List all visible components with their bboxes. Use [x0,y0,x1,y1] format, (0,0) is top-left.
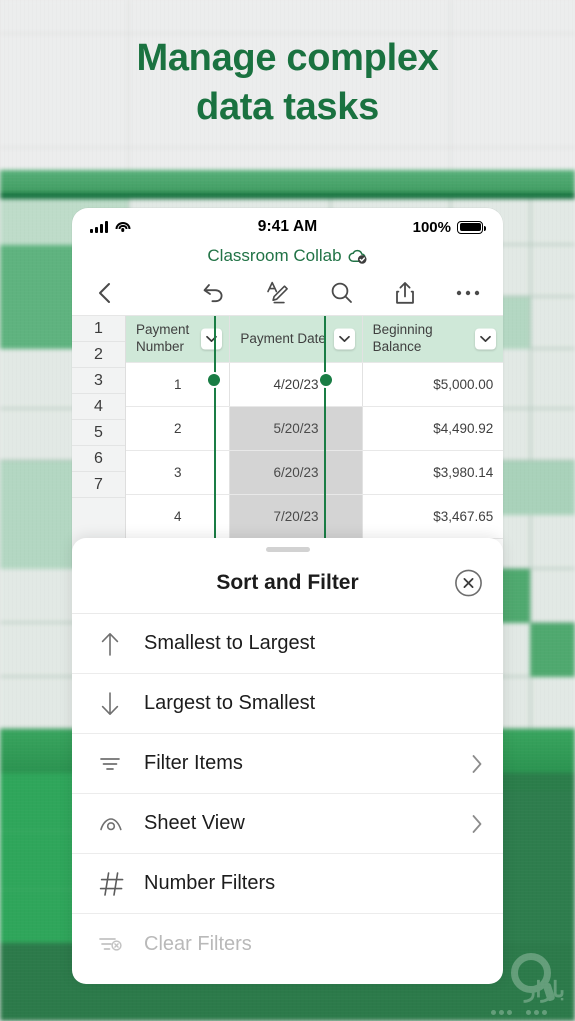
document-title: Classroom Collab [207,246,342,265]
status-bar-time: 9:41 AM [257,218,318,235]
menu-item-number-filters[interactable]: Number Filters [72,854,503,914]
menu-item-label: Number Filters [144,872,276,894]
battery-full-icon [457,220,486,234]
eye-icon [98,814,144,834]
row-number[interactable]: 2 [72,342,125,368]
close-circle-icon[interactable] [454,568,483,597]
status-bar: 9:41 AM 100% [72,208,503,246]
hash-icon [98,870,144,898]
cell-payment-date[interactable]: 4/20/23 [229,362,363,407]
menu-item-label: Clear Filters [144,932,252,955]
app-toolbar [72,270,503,316]
row-number[interactable]: 6 [72,446,125,472]
sheet-title: Sort and Filter [216,570,359,594]
cell-beginning-balance[interactable]: $3,467.65 [362,494,503,539]
search-icon[interactable] [329,280,355,306]
share-icon[interactable] [393,280,417,306]
chevron-down-icon[interactable] [333,328,355,350]
promo-headline-line-1: Manage complex [136,37,439,79]
row-number[interactable]: 1 [72,316,125,342]
table-row[interactable]: 2 5/20/23 $4,490.92 $425 [126,406,503,451]
cell-payment-number[interactable]: 2 [126,406,231,451]
row-number[interactable]: 3 [72,368,125,394]
more-ellipsis-icon[interactable] [455,289,481,297]
cell-beginning-balance[interactable]: $3,980.14 [362,450,503,495]
menu-item-clear-filters[interactable]: Clear Filters [72,914,503,974]
cell-payment-date[interactable]: 5/20/23 [229,406,363,451]
undo-icon[interactable] [201,281,227,305]
chevron-down-icon[interactable] [475,328,497,350]
menu-item-label: Filter Items [144,752,243,774]
chevron-left-icon[interactable] [94,280,116,306]
column-header-beginning-balance[interactable]: Beginning Balance [362,316,503,363]
menu-item-filter-items[interactable]: Filter Items [72,734,503,794]
selection-handle-left[interactable] [206,372,222,388]
promo-headline: Manage complex data tasks [0,34,575,131]
cloud-check-icon [348,248,368,264]
selection-handle-right[interactable] [318,372,334,388]
cell-payment-number[interactable]: 3 [126,450,231,495]
cell-beginning-balance[interactable]: $4,490.92 [362,406,503,451]
data-table: Payment Number Payment Date Beginning Ba… [126,316,503,539]
chevron-right-icon [471,814,483,834]
row-number[interactable]: 5 [72,420,125,446]
row-number-header-column: 1 2 3 4 5 6 7 [72,316,126,568]
cell-payment-date[interactable]: 6/20/23 [229,450,363,495]
menu-item-sheet-view[interactable]: Sheet View [72,794,503,854]
clear-filter-icon [98,933,144,955]
text-edit-pen-icon[interactable] [265,280,291,306]
spreadsheet-grid: Payment Number Payment Date Beginning Ba… [126,316,503,568]
chevron-right-icon [471,754,483,774]
sheet-header: Sort and Filter [72,552,503,614]
menu-item-smallest-to-largest[interactable]: Smallest to Largest [72,614,503,674]
document-title-bar[interactable]: Classroom Collab [72,246,503,270]
arrow-up-icon [98,630,144,658]
sort-and-filter-sheet: Sort and Filter Smallest to Largest Larg… [72,538,503,984]
arrow-down-icon [98,690,144,718]
cell-beginning-balance[interactable]: $5,000.00 [362,362,503,407]
app-screen: 9:41 AM 100% Classroom Collab 1 2 3 4 5 … [72,208,503,568]
cell-payment-date[interactable]: 7/20/23 [229,494,363,539]
menu-item-largest-to-smallest[interactable]: Largest to Smallest [72,674,503,734]
menu-item-label: Smallest to Largest [144,632,316,654]
row-number[interactable]: 4 [72,394,125,420]
chevron-down-icon[interactable] [201,328,223,350]
column-header-payment-number[interactable]: Payment Number [126,316,231,363]
table-row[interactable]: 4 7/20/23 $3,467.65 $425 [126,494,503,539]
spreadsheet-area: 1 2 3 4 5 6 7 Payment Number Payment Dat… [72,316,503,568]
table-row[interactable]: 1 4/20/23 $5,000.00 $425 [126,362,503,407]
row-number[interactable]: 7 [72,472,125,498]
column-header-payment-date[interactable]: Payment Date [229,316,363,363]
table-row[interactable]: 3 6/20/23 $3,980.14 $425 [126,450,503,495]
filter-icon [98,754,144,774]
promo-headline-line-2: data tasks [196,85,379,128]
menu-item-label: Largest to Smallest [144,692,316,714]
table-header-row: Payment Number Payment Date Beginning Ba… [126,316,503,363]
menu-item-label: Sheet View [144,812,245,834]
cell-payment-number[interactable]: 4 [126,494,231,539]
